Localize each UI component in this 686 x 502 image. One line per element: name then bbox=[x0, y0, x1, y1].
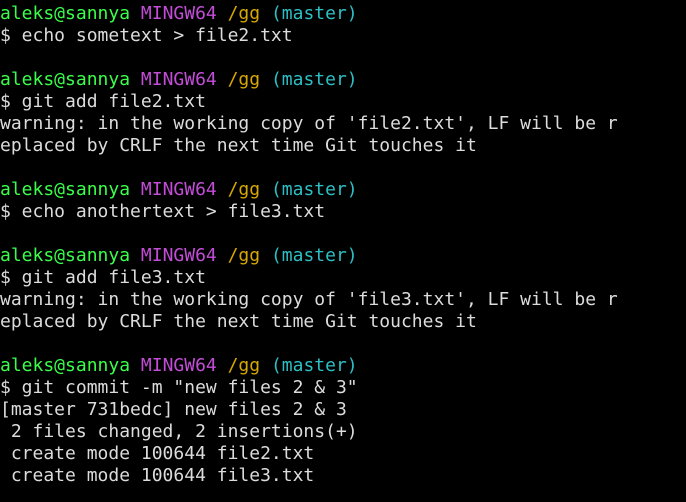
prompt-path: /gg bbox=[227, 245, 261, 266]
line-text: $ git add file2.txt bbox=[0, 91, 206, 112]
command-line: $ git add file2.txt bbox=[0, 91, 686, 113]
prompt-user: aleks@sannya bbox=[0, 245, 131, 266]
line-text: eplaced by CRLF the next time Git touche… bbox=[0, 311, 477, 332]
prompt-shell: MINGW64 bbox=[140, 179, 217, 200]
line-text: $ echo sometext > file2.txt bbox=[0, 25, 293, 46]
line-text: warning: in the working copy of 'file2.t… bbox=[0, 113, 618, 134]
output-line: 2 files changed, 2 insertions(+) bbox=[0, 421, 686, 443]
output-line: eplaced by CRLF the next time Git touche… bbox=[0, 311, 686, 333]
line-text: create mode 100644 file3.txt bbox=[0, 465, 315, 486]
prompt-line: aleks@sannya MINGW64 /gg (master) bbox=[0, 245, 686, 267]
prompt-user: aleks@sannya bbox=[0, 69, 131, 90]
prompt-branch: (master) bbox=[270, 179, 358, 200]
output-line: create mode 100644 file3.txt bbox=[0, 465, 686, 487]
line-text: eplaced by CRLF the next time Git touche… bbox=[0, 135, 477, 156]
output-line: warning: in the working copy of 'file2.t… bbox=[0, 113, 686, 135]
output-line: warning: in the working copy of 'file3.t… bbox=[0, 289, 686, 311]
command-line: $ echo anothertext > file3.txt bbox=[0, 201, 686, 223]
command-line: $ git commit -m "new files 2 & 3" bbox=[0, 377, 686, 399]
prompt-branch: (master) bbox=[270, 3, 358, 24]
line-text: [master 731bedc] new files 2 & 3 bbox=[0, 399, 347, 420]
command-line: $ echo sometext > file2.txt bbox=[0, 25, 686, 47]
command-line: $ git add file3.txt bbox=[0, 267, 686, 289]
output-line: eplaced by CRLF the next time Git touche… bbox=[0, 135, 686, 157]
prompt-shell: MINGW64 bbox=[140, 355, 217, 376]
terminal-window[interactable]: aleks@sannya MINGW64 /gg (master) $ echo … bbox=[0, 0, 686, 502]
prompt-branch: (master) bbox=[270, 245, 358, 266]
prompt-line: aleks@sannya MINGW64 /gg (master) bbox=[0, 69, 686, 91]
prompt-shell: MINGW64 bbox=[140, 3, 217, 24]
prompt-line: aleks@sannya MINGW64 /gg (master) bbox=[0, 179, 686, 201]
prompt-branch: (master) bbox=[270, 355, 358, 376]
line-text: 2 files changed, 2 insertions(+) bbox=[0, 421, 358, 442]
prompt-shell: MINGW64 bbox=[140, 245, 217, 266]
line-text: $ git add file3.txt bbox=[0, 267, 206, 288]
prompt-shell: MINGW64 bbox=[140, 69, 217, 90]
line-text: warning: in the working copy of 'file3.t… bbox=[0, 289, 618, 310]
prompt-branch: (master) bbox=[270, 69, 358, 90]
output-line: [master 731bedc] new files 2 & 3 bbox=[0, 399, 686, 421]
prompt-user: aleks@sannya bbox=[0, 3, 131, 24]
prompt-line: aleks@sannya MINGW64 /gg (master) bbox=[0, 355, 686, 377]
prompt-user: aleks@sannya bbox=[0, 179, 131, 200]
line-text: $ echo anothertext > file3.txt bbox=[0, 201, 326, 222]
prompt-path: /gg bbox=[227, 3, 261, 24]
prompt-path: /gg bbox=[227, 179, 261, 200]
terminal-output: aleks@sannya MINGW64 /gg (master) $ echo … bbox=[0, 3, 686, 487]
prompt-path: /gg bbox=[227, 355, 261, 376]
output-line: create mode 100644 file2.txt bbox=[0, 443, 686, 465]
prompt-path: /gg bbox=[227, 69, 261, 90]
prompt-user: aleks@sannya bbox=[0, 355, 131, 376]
line-text: create mode 100644 file2.txt bbox=[0, 443, 315, 464]
line-text: $ git commit -m "new files 2 & 3" bbox=[0, 377, 358, 398]
prompt-line: aleks@sannya MINGW64 /gg (master) bbox=[0, 3, 686, 25]
